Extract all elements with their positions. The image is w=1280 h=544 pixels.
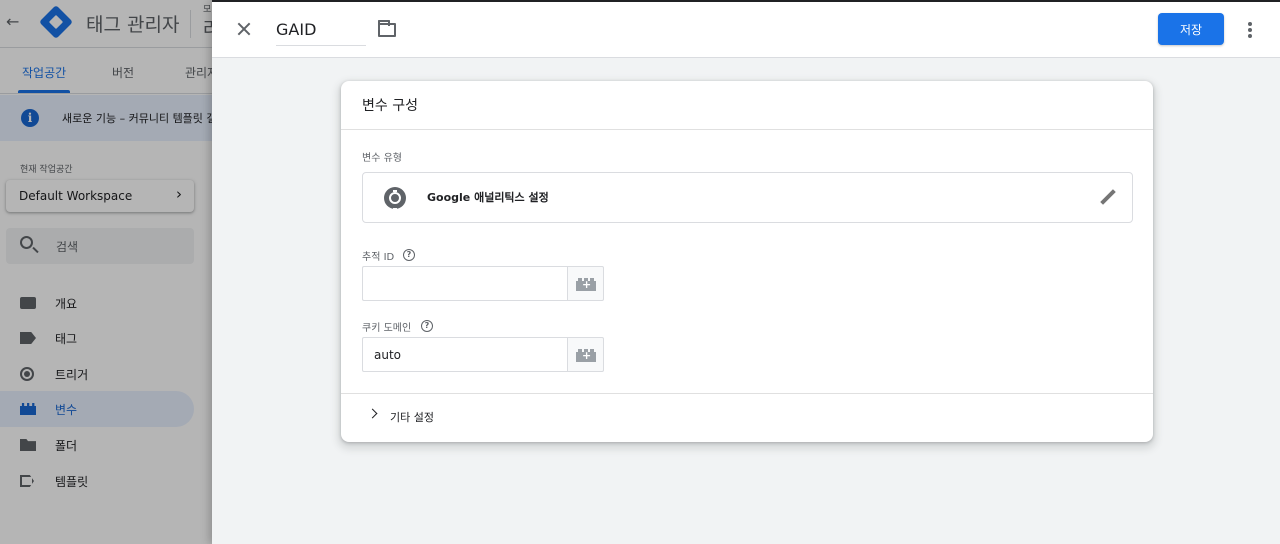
edit-pencil-icon[interactable] bbox=[1100, 189, 1116, 205]
scrollbar[interactable] bbox=[1272, 58, 1280, 544]
settings-gear-icon bbox=[384, 187, 406, 210]
more-vert-icon[interactable] bbox=[1242, 20, 1258, 40]
help-icon[interactable]: ? bbox=[421, 320, 433, 332]
variable-editor-panel: 저장 변수 구성 변수 유형 Google 애널리틱스 설정 추적 ID ? 쿠… bbox=[212, 0, 1280, 544]
panel-header: 저장 bbox=[212, 2, 1280, 58]
insert-variable-button[interactable] bbox=[567, 337, 604, 372]
variable-type-selector[interactable]: Google 애널리틱스 설정 bbox=[362, 172, 1133, 223]
tracking-id-label: 추적 ID bbox=[362, 252, 395, 263]
divider bbox=[341, 393, 1153, 394]
more-settings-label: 기타 설정 bbox=[390, 411, 434, 424]
chevron-right-icon bbox=[367, 408, 378, 419]
divider bbox=[341, 129, 1153, 130]
cookie-domain-label: 쿠키 도메인 bbox=[362, 323, 412, 334]
variable-config-card: 변수 구성 변수 유형 Google 애널리틱스 설정 추적 ID ? 쿠키 도… bbox=[341, 81, 1153, 442]
variable-type-name: Google 애널리틱스 설정 bbox=[427, 191, 549, 204]
tracking-id-input[interactable] bbox=[362, 266, 568, 301]
variable-lego-icon bbox=[576, 278, 596, 291]
variable-lego-icon bbox=[576, 349, 596, 362]
save-button[interactable]: 저장 bbox=[1158, 13, 1224, 45]
more-settings-toggle[interactable]: 기타 설정 bbox=[362, 403, 662, 429]
insert-variable-button[interactable] bbox=[567, 266, 604, 301]
cookie-domain-input[interactable] bbox=[362, 337, 568, 372]
card-title: 변수 구성 bbox=[362, 98, 418, 114]
variable-name-input[interactable] bbox=[276, 13, 366, 46]
folder-icon[interactable] bbox=[378, 20, 396, 37]
variable-type-label: 변수 유형 bbox=[362, 153, 402, 164]
help-icon[interactable]: ? bbox=[403, 249, 415, 261]
close-icon[interactable] bbox=[234, 19, 254, 39]
